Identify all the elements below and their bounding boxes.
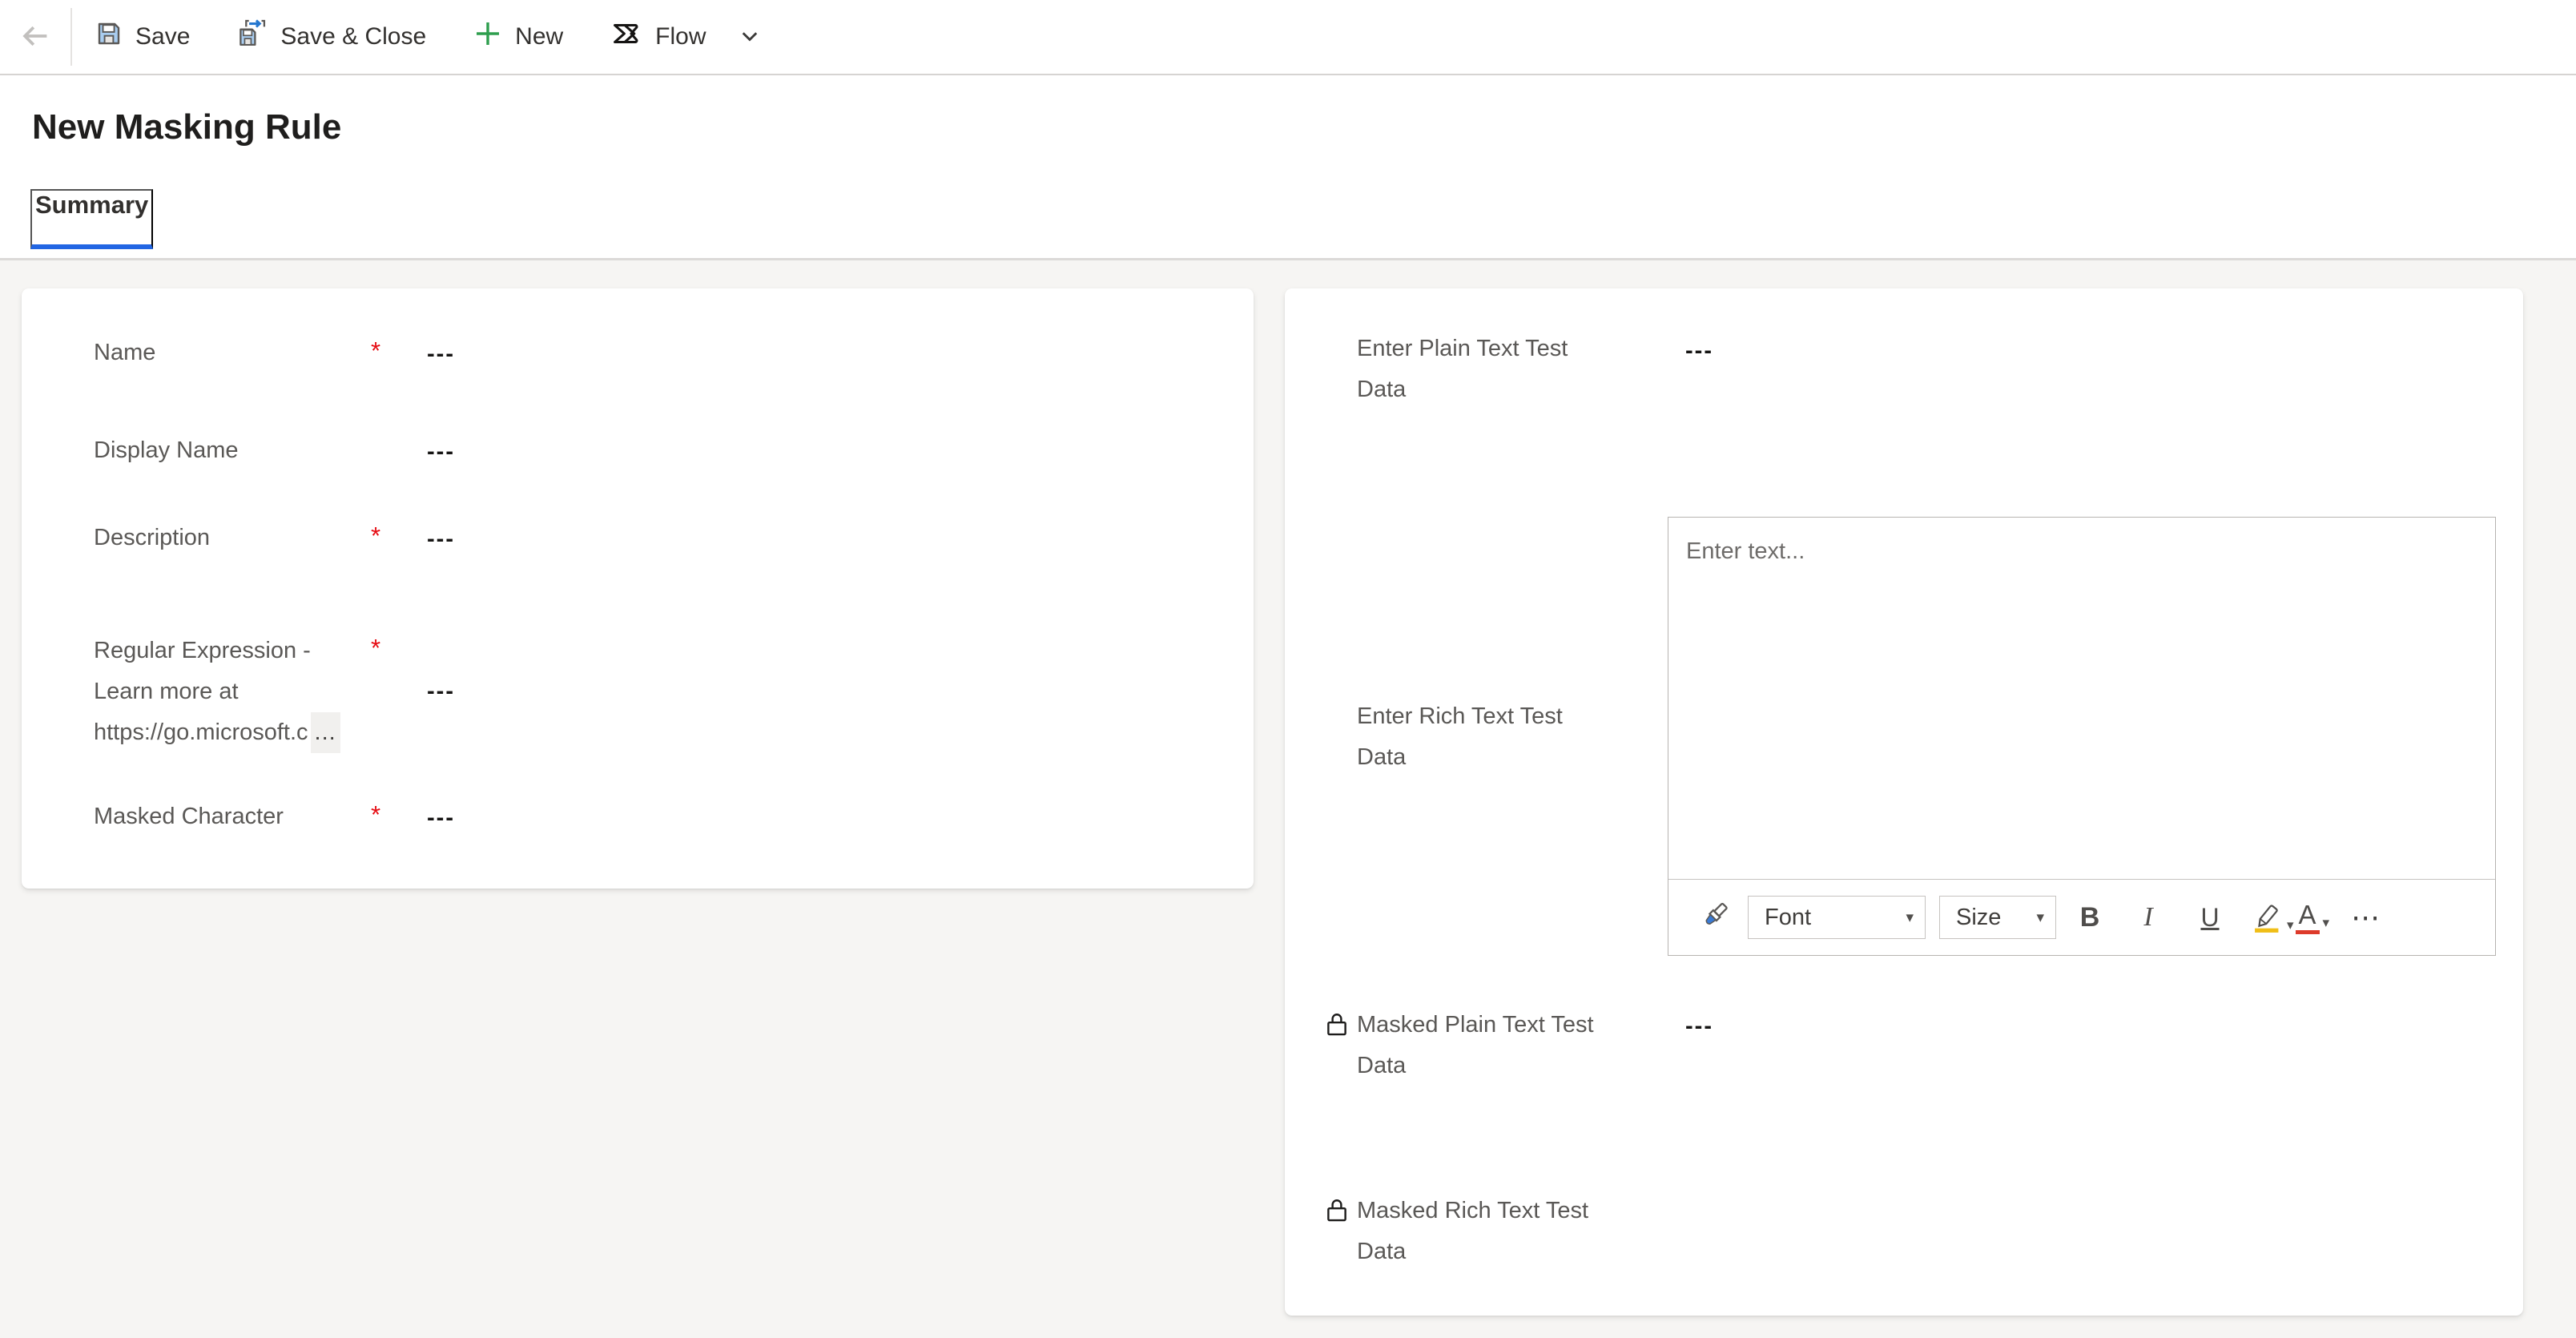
font-color-letter: A (2299, 901, 2316, 928)
rich-text-toolbar: Font ▾ Size ▾ B I U (1668, 880, 2495, 955)
save-icon (95, 18, 123, 55)
flow-icon (610, 17, 643, 57)
format-painter-icon (1698, 900, 1732, 936)
font-dropdown-label: Font (1765, 905, 1811, 931)
save-and-close-icon (236, 18, 268, 56)
font-dropdown[interactable]: Font ▾ (1748, 896, 1926, 939)
font-color-icon: B A (2296, 901, 2320, 934)
masked-character-required-asterisk: * (371, 800, 380, 829)
name-label: Name (94, 341, 392, 365)
command-bar-separator (70, 8, 72, 66)
new-label: New (515, 23, 563, 50)
save-and-close-button[interactable]: Save & Close (236, 18, 426, 56)
save-button[interactable]: Save (95, 18, 190, 55)
rich-text-editor-textarea[interactable]: Enter text... (1668, 518, 2495, 880)
rich-text-editor: Enter text... (1668, 517, 2496, 956)
description-required-asterisk: * (371, 522, 380, 550)
masking-rule-form: Save Save & Close (0, 0, 2576, 1338)
display-name-value[interactable]: --- (427, 439, 455, 465)
flow-label: Flow (655, 23, 706, 50)
masked-character-label: Masked Character (94, 805, 392, 828)
masked-plain-text-value[interactable]: --- (1685, 1014, 1713, 1040)
rich-text-placeholder: Enter text... (1686, 538, 1805, 564)
tab-summary[interactable]: Summary (30, 189, 153, 249)
chevron-down-icon (735, 22, 764, 53)
form-body: Name * --- Display Name --- Description … (0, 260, 2576, 1338)
font-color-caret-icon: ▾ (2323, 915, 2330, 934)
underline-button[interactable]: U (2188, 903, 2232, 933)
save-label: Save (135, 23, 190, 50)
font-color-bar (2296, 930, 2320, 934)
font-color-button[interactable]: B A ▾ (2296, 901, 2330, 934)
command-bar-overflow-button[interactable] (735, 22, 764, 53)
regular-expression-value[interactable]: --- (427, 679, 455, 705)
lock-icon (1323, 1196, 1350, 1229)
label-truncation-ellipsis: ... (311, 712, 340, 753)
name-required-asterisk: * (371, 337, 380, 365)
name-value[interactable]: --- (427, 341, 455, 368)
description-label: Description (94, 526, 392, 550)
regular-expression-label: Regular Expression - Learn more at https… (94, 631, 392, 753)
save-and-close-label: Save & Close (280, 23, 426, 50)
display-name-label: Display Name (94, 439, 392, 462)
add-icon (473, 18, 503, 55)
format-painter-button[interactable] (1697, 900, 1733, 936)
back-button[interactable] (0, 0, 70, 75)
lock-icon (1323, 1010, 1350, 1043)
highlighter-icon (2248, 899, 2284, 937)
masked-plain-text-label: Masked Plain Text Test Data (1357, 1005, 1655, 1086)
flow-button[interactable]: Flow (610, 17, 706, 57)
bold-button[interactable]: B (2067, 902, 2112, 933)
regular-expression-required-asterisk: * (371, 634, 380, 663)
enter-plain-text-value[interactable]: --- (1685, 338, 1713, 365)
size-dropdown[interactable]: Size ▾ (1939, 896, 2056, 939)
highlight-caret-icon: ▾ (2287, 917, 2294, 937)
command-buttons: Save Save & Close (95, 17, 706, 57)
back-arrow-icon (17, 18, 54, 57)
new-button[interactable]: New (473, 18, 563, 55)
masked-character-value[interactable]: --- (427, 805, 455, 832)
test-data-section-card: Enter Plain Text Test Data --- Enter Ric… (1285, 288, 2523, 1316)
page-title: New Masking Rule (32, 107, 341, 147)
size-dropdown-caret-icon: ▾ (2036, 909, 2044, 927)
font-dropdown-caret-icon: ▾ (1906, 909, 1914, 927)
more-formatting-button[interactable]: ⋯ (2347, 901, 2385, 934)
command-bar: Save Save & Close (0, 0, 2576, 75)
description-value[interactable]: --- (427, 526, 455, 553)
italic-button[interactable]: I (2128, 902, 2168, 933)
size-dropdown-label: Size (1956, 905, 2001, 931)
general-section-card: Name * --- Display Name --- Description … (22, 288, 1254, 889)
enter-rich-text-label: Enter Rich Text Test Data (1357, 696, 1655, 778)
highlight-color-button[interactable]: ▾ (2248, 899, 2294, 937)
masked-rich-text-label: Masked Rich Text Test Data (1357, 1191, 1655, 1272)
enter-plain-text-label: Enter Plain Text Test Data (1357, 328, 1655, 410)
